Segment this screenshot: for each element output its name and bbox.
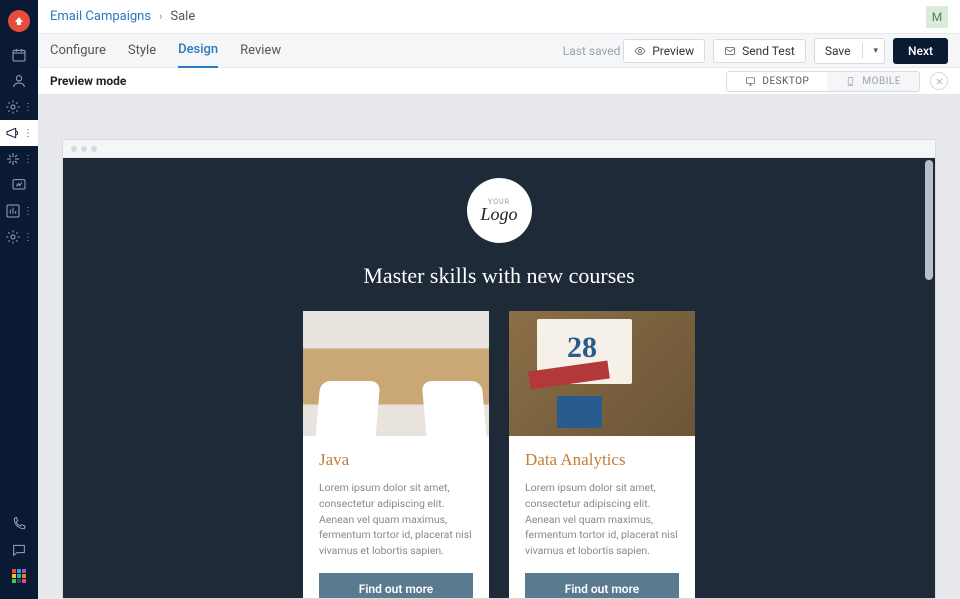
gear-icon — [5, 229, 21, 245]
chevron-down-icon[interactable]: ▾ — [873, 46, 878, 56]
nav-automation[interactable]: ⋮ — [0, 146, 38, 172]
window-dot — [91, 146, 97, 152]
tab-design[interactable]: Design — [178, 34, 218, 68]
nav-apps[interactable] — [0, 563, 38, 589]
main-area: Email Campaigns › Sale M Configure Style… — [38, 0, 960, 599]
desktop-icon — [745, 76, 756, 87]
nav-editor[interactable] — [0, 172, 38, 198]
apps-grid-icon — [12, 569, 26, 583]
card-title: Data Analytics — [525, 450, 679, 470]
toggle-desktop-label: DESKTOP — [762, 76, 809, 87]
close-preview-button[interactable] — [930, 72, 948, 90]
nav-settings-row[interactable]: ⋮ — [0, 94, 38, 120]
browser-frame: YOUR Logo Master skills with new courses… — [62, 139, 936, 599]
course-card: Data Analytics Lorem ipsum dolor sit ame… — [509, 311, 695, 598]
card-cta-button[interactable]: Find out more — [525, 573, 679, 598]
nav-calendar[interactable] — [0, 42, 38, 68]
card-image — [303, 311, 489, 436]
user-icon — [11, 73, 27, 89]
preview-canvas: YOUR Logo Master skills with new courses… — [38, 95, 960, 599]
email-inner: YOUR Logo Master skills with new courses… — [63, 158, 935, 598]
save-button[interactable]: Save ▾ — [814, 38, 885, 64]
email-cards: Java Lorem ipsum dolor sit amet, consect… — [303, 311, 695, 598]
toggle-mobile-label: MOBILE — [862, 76, 901, 87]
editor-icon — [11, 177, 27, 193]
card-body: Lorem ipsum dolor sit amet, consectetur … — [525, 480, 679, 559]
mobile-icon — [845, 76, 856, 87]
gear-small-icon — [5, 99, 21, 115]
preview-mode-row: Preview mode DESKTOP MOBILE — [38, 68, 960, 95]
preview-button-label: Preview — [652, 44, 694, 58]
nav-user[interactable] — [0, 68, 38, 94]
card-body: Lorem ipsum dolor sit amet, consectetur … — [319, 480, 473, 559]
email-body: YOUR Logo Master skills with new courses… — [63, 158, 935, 598]
course-card: Java Lorem ipsum dolor sit amet, consect… — [303, 311, 489, 598]
nav-reports[interactable]: ⋮ — [0, 198, 38, 224]
email-headline: Master skills with new courses — [363, 263, 634, 289]
send-test-button[interactable]: Send Test — [713, 39, 806, 63]
phone-icon — [11, 516, 27, 532]
window-dot — [81, 146, 87, 152]
mail-icon — [724, 45, 736, 57]
app-logo[interactable] — [8, 10, 30, 32]
card-image — [509, 311, 695, 436]
logo-script-text: Logo — [480, 206, 517, 222]
breadcrumb-row: Email Campaigns › Sale M — [38, 0, 960, 34]
chevron-right-icon: › — [159, 10, 162, 23]
save-label: Save — [825, 44, 851, 58]
email-logo: YOUR Logo — [467, 178, 532, 243]
user-avatar[interactable]: M — [926, 6, 948, 28]
toggle-mobile[interactable]: MOBILE — [827, 72, 919, 91]
preview-mode-label: Preview mode — [50, 74, 126, 88]
nav-config[interactable]: ⋮ — [0, 224, 38, 250]
tab-configure[interactable]: Configure — [50, 34, 106, 68]
preview-button[interactable]: Preview — [623, 39, 705, 63]
left-nav: ⋮ ⋮ ⋮ ⋮ ⋮ — [0, 0, 38, 599]
nav-phone[interactable] — [0, 511, 38, 537]
megaphone-icon — [5, 125, 21, 141]
close-icon — [935, 77, 944, 86]
tab-review[interactable]: Review — [240, 34, 281, 68]
tab-style[interactable]: Style — [128, 34, 156, 68]
send-test-label: Send Test — [742, 44, 795, 58]
toggle-desktop[interactable]: DESKTOP — [727, 72, 827, 91]
chat-icon — [11, 542, 27, 558]
eye-icon — [634, 45, 646, 57]
card-title: Java — [319, 450, 473, 470]
card-cta-button[interactable]: Find out more — [319, 573, 473, 598]
tab-row: Configure Style Design Review Last saved… — [38, 34, 960, 68]
scrollbar[interactable] — [925, 160, 933, 280]
breadcrumb-current: Sale — [170, 9, 195, 24]
chart-icon — [5, 203, 21, 219]
breadcrumb-root[interactable]: Email Campaigns — [50, 9, 151, 24]
calendar-icon — [11, 47, 27, 63]
sparkle-icon — [5, 151, 21, 167]
next-label: Next — [908, 44, 933, 58]
browser-bar — [63, 140, 935, 158]
device-toggle: DESKTOP MOBILE — [726, 71, 920, 92]
next-button[interactable]: Next — [893, 38, 948, 64]
nav-chat[interactable] — [0, 537, 38, 563]
window-dot — [71, 146, 77, 152]
nav-campaigns[interactable]: ⋮ — [0, 120, 38, 146]
action-buttons: Preview Send Test Save ▾ Next — [623, 38, 948, 64]
